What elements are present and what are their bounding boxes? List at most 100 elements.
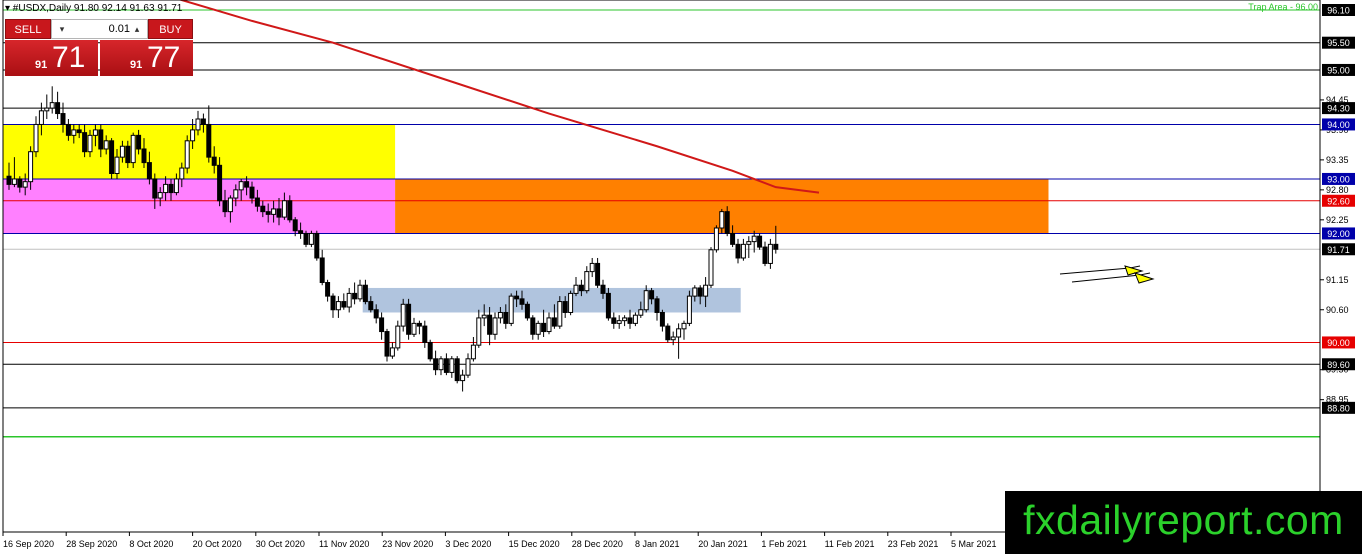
candle-body bbox=[211, 156, 217, 166]
buy-button[interactable]: BUY bbox=[148, 19, 193, 39]
zone-yellow bbox=[3, 124, 396, 179]
candle-body bbox=[325, 282, 331, 297]
sell-button[interactable]: SELL bbox=[5, 19, 51, 39]
candle-body bbox=[530, 317, 536, 335]
candle-body bbox=[379, 317, 385, 333]
price-tick-label: 92.80 bbox=[1326, 185, 1349, 195]
candle-body bbox=[670, 336, 676, 341]
candle-body bbox=[654, 298, 660, 313]
candle-body bbox=[271, 208, 277, 215]
buy-price-pips: 77 bbox=[147, 41, 181, 74]
time-tick-label: 28 Dec 2020 bbox=[572, 539, 623, 549]
candle-body bbox=[168, 183, 174, 194]
candle-body bbox=[686, 295, 692, 324]
candle-body bbox=[287, 200, 293, 221]
time-tick-label: 5 Mar 2021 bbox=[951, 539, 997, 549]
candle-body bbox=[206, 123, 212, 158]
candle-body bbox=[411, 322, 417, 335]
candle-body bbox=[416, 322, 422, 327]
candle-body bbox=[254, 197, 260, 207]
candle-body bbox=[125, 145, 131, 164]
candle-body bbox=[303, 232, 309, 245]
candle-body bbox=[157, 192, 163, 199]
candle-body bbox=[276, 208, 282, 218]
price-level-label: 90.00 bbox=[1327, 338, 1350, 348]
candle-body bbox=[713, 227, 719, 251]
candle-body bbox=[676, 328, 682, 338]
buy-price-prefix: 91 bbox=[130, 59, 143, 71]
price-level-label: 95.50 bbox=[1327, 38, 1350, 48]
price-level-label: 94.00 bbox=[1327, 120, 1350, 130]
candle-body bbox=[600, 284, 606, 294]
candle-body bbox=[308, 232, 314, 245]
price-level-label: 92.60 bbox=[1327, 196, 1350, 206]
price-level-label: 89.60 bbox=[1327, 360, 1350, 370]
candle-body bbox=[681, 322, 687, 330]
candle-body bbox=[11, 178, 17, 185]
candle-body bbox=[352, 292, 358, 300]
candle-body bbox=[119, 145, 125, 158]
candle-body bbox=[314, 232, 320, 259]
candle-body bbox=[422, 325, 428, 343]
buy-price-box[interactable]: 91 77 bbox=[100, 40, 193, 76]
candle-body bbox=[114, 156, 120, 174]
candle-body bbox=[406, 303, 412, 335]
price-tick-label: 90.60 bbox=[1326, 305, 1349, 315]
candle-body bbox=[76, 129, 82, 134]
candle-body bbox=[584, 271, 590, 292]
candle-body bbox=[141, 148, 147, 164]
candle-body bbox=[346, 292, 352, 308]
lot-increase-icon[interactable]: ▴ bbox=[129, 22, 145, 36]
price-level-label: 91.71 bbox=[1327, 245, 1350, 255]
candle-body bbox=[708, 249, 714, 286]
candle-body bbox=[438, 358, 444, 371]
candle-body bbox=[589, 262, 595, 273]
price-tick-label: 92.25 bbox=[1326, 215, 1349, 225]
candle-body bbox=[6, 175, 12, 185]
candle-body bbox=[541, 322, 547, 333]
candle-body bbox=[87, 134, 93, 153]
candle-body bbox=[17, 178, 23, 188]
candle-body bbox=[497, 311, 503, 319]
price-axis: 94.4593.9093.3592.8092.2591.1590.6089.50… bbox=[1320, 0, 1362, 554]
candle-body bbox=[82, 132, 88, 153]
candle-body bbox=[508, 295, 514, 324]
lot-size-input[interactable] bbox=[72, 21, 132, 37]
lot-dropdown-icon[interactable]: ▾ bbox=[54, 22, 70, 36]
candle-body bbox=[697, 287, 703, 297]
candle-body bbox=[578, 284, 584, 292]
candle-body bbox=[562, 301, 568, 313]
sell-price-box[interactable]: 91 71 bbox=[5, 40, 98, 76]
candle-body bbox=[546, 317, 552, 333]
candle-body bbox=[573, 284, 579, 294]
candle-body bbox=[103, 140, 109, 150]
sell-price-pips: 71 bbox=[52, 41, 86, 74]
chart-frame bbox=[2, 0, 1321, 533]
candle-body bbox=[92, 129, 98, 136]
candle-body bbox=[173, 178, 179, 194]
candle-body bbox=[400, 303, 406, 327]
candle-body bbox=[227, 197, 233, 213]
candle-body bbox=[33, 123, 39, 153]
chart-zones bbox=[3, 124, 1049, 313]
candle-body bbox=[503, 311, 509, 324]
zone-pink bbox=[3, 178, 396, 234]
candle-body bbox=[335, 301, 341, 311]
candle-body bbox=[55, 102, 61, 115]
candle-body bbox=[659, 311, 665, 327]
candle-body bbox=[767, 243, 773, 264]
candle-body bbox=[389, 347, 395, 357]
candle-body bbox=[443, 358, 449, 373]
candle-body bbox=[319, 257, 325, 284]
time-tick-label: 1 Feb 2021 bbox=[761, 539, 807, 549]
candle-body bbox=[163, 183, 169, 194]
time-tick-label: 20 Oct 2020 bbox=[193, 539, 242, 549]
time-tick-label: 3 Dec 2020 bbox=[445, 539, 491, 549]
time-tick-label: 23 Feb 2021 bbox=[888, 539, 939, 549]
time-tick-label: 20 Jan 2021 bbox=[698, 539, 748, 549]
price-level-label: 92.00 bbox=[1327, 229, 1350, 239]
candle-body bbox=[330, 295, 336, 311]
candle-body bbox=[535, 322, 541, 335]
candle-body bbox=[60, 113, 66, 125]
candle-body bbox=[38, 110, 44, 125]
